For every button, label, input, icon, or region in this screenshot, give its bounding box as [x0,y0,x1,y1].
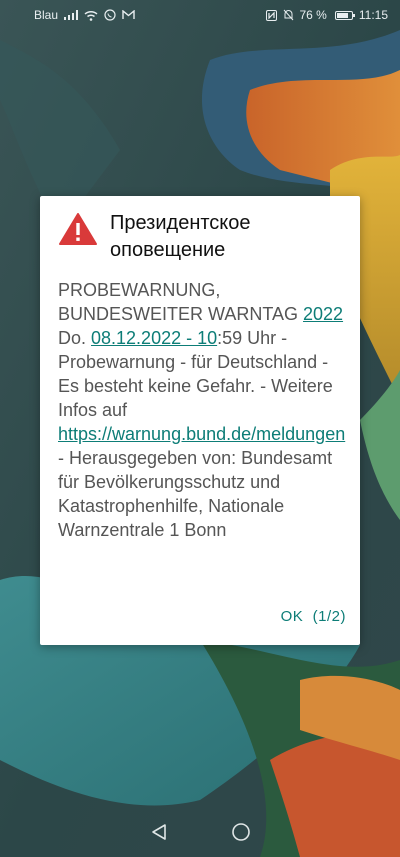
dialog-title: Президентское оповещение [110,212,251,261]
warning-triangle-icon [58,212,98,246]
nfc-icon [265,9,277,21]
mute-bell-icon [283,9,294,21]
battery-icon [334,10,355,20]
gmail-icon [122,10,135,20]
message-link-year[interactable]: 2022 [303,304,343,324]
clock: 11:15 [358,8,388,22]
alert-message: PROBEWARNUNG, BUNDESWEITER WARNTAG 2022 D… [58,278,348,542]
status-bar: Blau 76 % 11:15 [0,0,400,30]
back-icon[interactable] [148,821,170,843]
battery-percent: 76 % [299,8,327,22]
ok-button[interactable]: OK (1/2) [281,608,346,625]
carrier-name: Blau [34,8,59,22]
navigation-bar [0,807,400,857]
wifi-icon [84,10,98,21]
whatsapp-icon [104,9,116,21]
ok-label: OK [280,608,304,625]
dialog-buttons: OK (1/2) [281,608,346,625]
message-text: - Herausgegeben von: Bundesamt für Bevöl… [58,448,333,540]
dialog-header: Президентское оповещение [58,210,346,264]
signal-icon [64,10,79,20]
message-link-date[interactable]: 08.12.2022 - 10 [91,328,217,348]
message-text: Do. [58,328,92,348]
message-link-url[interactable]: https://warnung.bund.de/meldungen [58,424,345,444]
emergency-alert-dialog: Президентское оповещение PROBEWARNUNG, B… [40,196,360,645]
home-icon[interactable] [230,821,252,843]
page-indicator: (1/2) [312,608,346,625]
message-text: PROBEWARNUNG, BUNDESWEITER WARNTAG [58,280,304,324]
